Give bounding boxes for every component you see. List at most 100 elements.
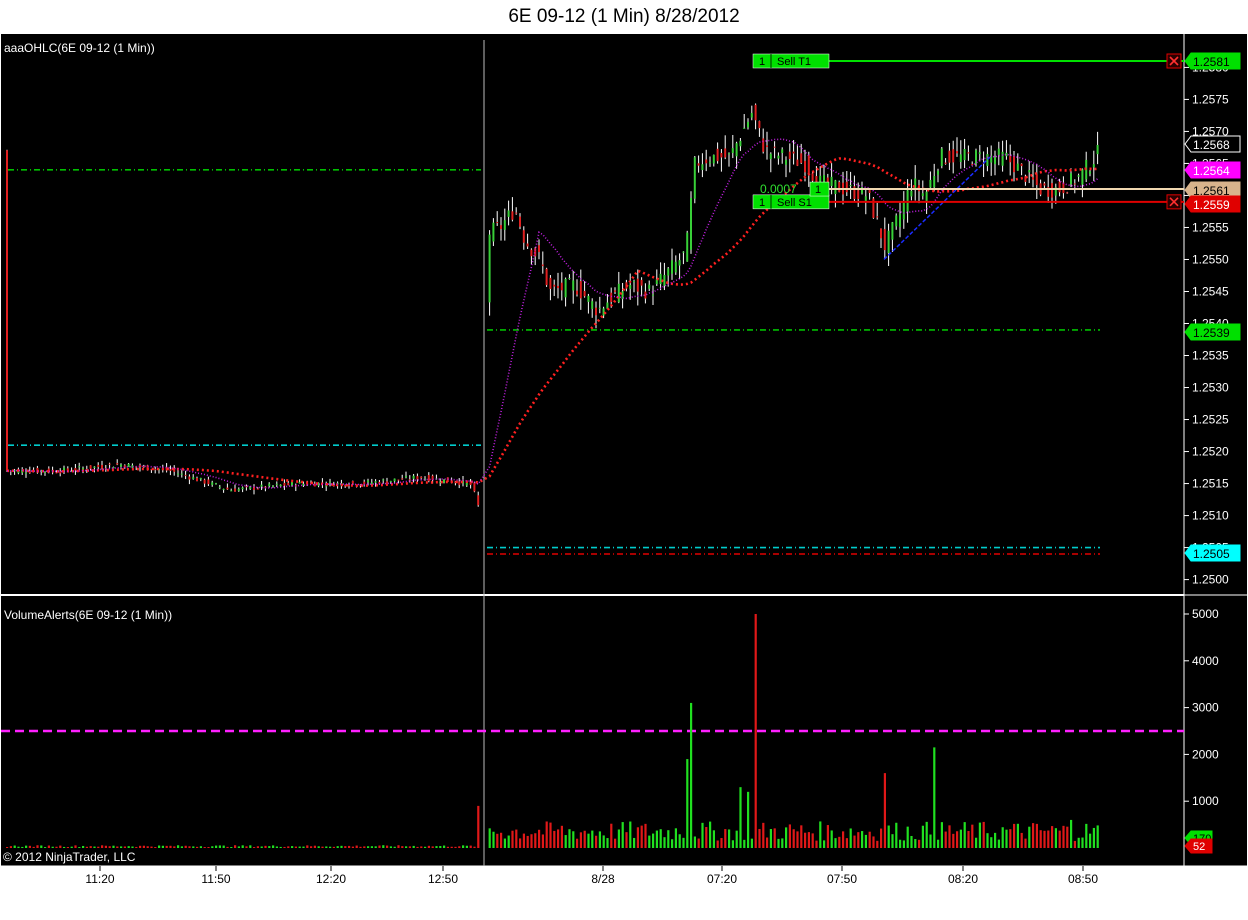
volume-bar (28, 845, 31, 848)
order-label: Sell T1 (777, 56, 811, 68)
ohlc-bar-body (268, 483, 271, 487)
ohlc-bar-body (97, 464, 100, 467)
volume-bar (952, 833, 955, 848)
volume-bar (500, 832, 503, 848)
volume-bar (291, 846, 294, 848)
ohlc-bar-body (743, 127, 746, 129)
volume-bar (9, 846, 12, 848)
ohlc-bar-body (971, 164, 974, 166)
volume-bar (602, 835, 605, 848)
volume-bar (473, 846, 476, 848)
volume-bar (1009, 829, 1012, 848)
volume-bar (549, 822, 552, 848)
ohlc-bar-body (830, 176, 833, 186)
ohlc-bar-body (218, 486, 221, 488)
ohlc-bar-body (902, 202, 905, 220)
price-axis-label: 1.2515 (1192, 477, 1229, 491)
ohlc-bar-body (937, 170, 939, 175)
volume-bar (386, 845, 389, 848)
volume-bar (169, 845, 172, 848)
ohlc-bar-body (78, 466, 81, 468)
volume-bar (207, 847, 210, 848)
position-pnl: 0.0007 (760, 182, 797, 196)
volume-bar (553, 830, 556, 848)
volume-bar (781, 838, 784, 848)
ohlc-bar-body (788, 151, 791, 159)
volume-bar (59, 845, 62, 848)
ohlc-bar-body (956, 151, 958, 154)
volume-bar (420, 846, 423, 848)
volume-bar (405, 846, 408, 848)
volume-bar (268, 846, 271, 848)
volume-bar (6, 847, 9, 848)
order-label: Sell S1 (777, 197, 812, 209)
volume-bar (823, 840, 826, 848)
volume-bar (131, 846, 134, 848)
volume-bar (503, 838, 506, 848)
volume-bar (260, 846, 263, 848)
volume-axis-label: 4000 (1192, 654, 1219, 668)
volume-bar (800, 825, 803, 848)
ohlc-bar-body (408, 479, 411, 481)
volume-bar (196, 846, 199, 848)
volume-bar (135, 846, 138, 848)
ohlc-bar-body (728, 153, 730, 155)
ohlc-bar-body (910, 190, 913, 197)
volume-bar (804, 832, 807, 848)
volume-bar (819, 821, 822, 848)
ohlc-bar-body (184, 474, 187, 476)
volume-bar (986, 833, 989, 848)
volume-bar (975, 837, 978, 848)
volume-axis-label: 2000 (1192, 747, 1219, 761)
volume-bar (663, 837, 666, 848)
ohlc-bar-body (644, 291, 647, 299)
ohlc-bar-body (1096, 144, 1099, 155)
volume-bar (625, 832, 628, 848)
volume-bar (861, 831, 864, 848)
chart-canvas[interactable]: 1Sell T11Sell S10.00071 1.25801.25751.25… (0, 0, 1248, 920)
ohlc-bar-body (1073, 183, 1076, 185)
ohlc-bar-body (367, 480, 369, 483)
ohlc-bar-body (397, 479, 400, 481)
volume-bar (940, 822, 943, 848)
ohlc-bar-body (610, 292, 613, 303)
volume-bar (25, 845, 28, 848)
volume-bar (325, 846, 328, 848)
volume-bar (720, 838, 723, 848)
ohlc-bar-body (997, 148, 1000, 155)
volume-bar (496, 833, 499, 848)
volume-bar (154, 847, 157, 848)
ohlc-bar-body (560, 282, 563, 291)
ohlc-bar-body (633, 281, 635, 283)
volume-bar (1092, 827, 1095, 848)
ohlc-bar-body (207, 479, 210, 485)
price-marker-value: 1.2559 (1193, 198, 1230, 212)
volume-bar (321, 846, 324, 848)
time-axis-area[interactable] (1, 866, 1247, 919)
ohlc-bar-body (188, 476, 191, 480)
volume-bar (222, 845, 225, 848)
ohlc-bar-body (838, 182, 841, 193)
ohlc-bar-body (587, 295, 590, 302)
volume-bar (944, 831, 947, 848)
volume-bar (522, 833, 525, 848)
ohlc-bar-body (519, 216, 521, 227)
volume-bar (104, 845, 107, 848)
price-marker-value: 1.2505 (1193, 547, 1230, 561)
volume-bar (458, 846, 461, 848)
volume-bar (367, 846, 370, 848)
ohlc-bar-body (895, 215, 898, 227)
ohlc-bar-body (739, 140, 742, 147)
ohlc-bar-body (933, 175, 936, 188)
ohlc-bar-body (503, 220, 506, 230)
ohlc-bar-body (724, 148, 727, 158)
volume-bar (51, 846, 54, 848)
ohlc-bar-body (701, 164, 704, 171)
volume-bar (355, 845, 358, 848)
ohlc-bar-body (648, 284, 651, 289)
volume-bar (1089, 833, 1092, 848)
ohlc-bar-body (1070, 173, 1072, 185)
volume-bar (158, 845, 161, 848)
volume-bar (545, 821, 548, 848)
volume-bar (705, 827, 708, 848)
